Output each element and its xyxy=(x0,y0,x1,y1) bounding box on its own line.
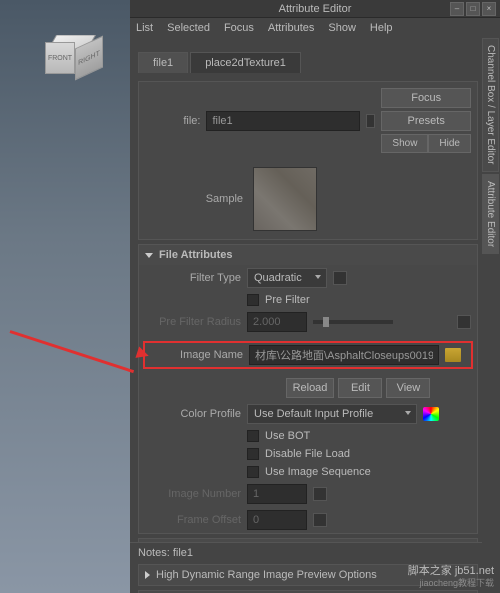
focus-button[interactable]: Focus xyxy=(381,88,471,108)
filter-type-dropdown[interactable]: Quadratic xyxy=(247,268,327,288)
tab-place2dtexture1[interactable]: place2dTexture1 xyxy=(190,52,301,73)
minimize-icon[interactable]: – xyxy=(450,2,464,16)
viewport-3d[interactable]: FRONT RIGHT xyxy=(0,0,130,593)
close-icon[interactable]: × xyxy=(482,2,496,16)
menu-attributes[interactable]: Attributes xyxy=(268,22,314,34)
frame-offset-label: Frame Offset xyxy=(145,514,241,526)
side-tab-attribute-editor[interactable]: Attribute Editor xyxy=(482,174,499,254)
restore-icon[interactable]: □ xyxy=(466,2,480,16)
edit-button[interactable]: Edit xyxy=(338,378,382,398)
image-name-input[interactable] xyxy=(249,345,439,365)
expand-icon xyxy=(145,571,150,579)
pre-filter-radius-slider xyxy=(313,320,393,324)
watermark: 脚本之家 jb51.net jiaocheng教程下载 xyxy=(408,565,494,589)
use-bot-label: Use BOT xyxy=(265,430,310,442)
color-profile-dropdown[interactable]: Use Default Input Profile xyxy=(247,404,417,424)
frame-offset-input xyxy=(247,510,307,530)
menu-focus[interactable]: Focus xyxy=(224,22,254,34)
filter-type-label: Filter Type xyxy=(145,272,241,284)
filter-type-map-icon[interactable] xyxy=(333,271,347,285)
presets-button[interactable]: Presets xyxy=(381,111,471,131)
menu-selected[interactable]: Selected xyxy=(167,22,210,34)
menu-show[interactable]: Show xyxy=(328,22,356,34)
notes-label: Notes: xyxy=(138,547,170,559)
view-cube[interactable]: FRONT RIGHT xyxy=(42,28,102,88)
image-number-label: Image Number xyxy=(145,488,241,500)
attribute-editor-panel: Attribute Editor – □ × List Selected Foc… xyxy=(130,0,500,593)
file-label: file: xyxy=(145,115,200,127)
reload-button[interactable]: Reload xyxy=(286,378,335,398)
menu-list[interactable]: List xyxy=(136,22,153,34)
use-bot-checkbox[interactable] xyxy=(247,430,259,442)
pre-filter-radius-map-icon[interactable] xyxy=(457,315,471,329)
browse-folder-icon[interactable] xyxy=(445,348,461,362)
sample-swatch[interactable] xyxy=(253,167,317,231)
sample-label: Sample xyxy=(147,193,243,205)
use-image-sequence-label: Use Image Sequence xyxy=(265,466,371,478)
image-name-label: Image Name xyxy=(147,349,243,361)
disable-file-load-label: Disable File Load xyxy=(265,448,350,460)
pre-filter-label: Pre Filter xyxy=(265,294,310,306)
file-attributes-header[interactable]: File Attributes xyxy=(139,245,477,265)
color-profile-label: Color Profile xyxy=(145,408,241,420)
pre-filter-radius-label: Pre Filter Radius xyxy=(145,316,241,328)
show-button[interactable]: Show xyxy=(381,134,428,153)
pre-filter-radius-input xyxy=(247,312,307,332)
use-image-sequence-checkbox[interactable] xyxy=(247,466,259,478)
tab-file1[interactable]: file1 xyxy=(138,52,188,73)
image-number-map-icon[interactable] xyxy=(313,487,327,501)
color-profile-icon[interactable] xyxy=(423,407,439,421)
menu-bar: List Selected Focus Attributes Show Help xyxy=(130,18,500,38)
collapse-icon xyxy=(145,253,153,258)
file-attributes-title: File Attributes xyxy=(159,249,233,261)
notes-section: Notes: file1 xyxy=(130,542,482,563)
image-number-input xyxy=(247,484,307,504)
io-icon[interactable] xyxy=(366,114,375,128)
cube-front-face[interactable]: FRONT xyxy=(45,42,75,74)
menu-help[interactable]: Help xyxy=(370,22,393,34)
disable-file-load-checkbox[interactable] xyxy=(247,448,259,460)
file-name-input[interactable] xyxy=(206,111,360,131)
node-tabs: file1 place2dTexture1 xyxy=(138,52,478,73)
panel-title: Attribute Editor xyxy=(279,3,352,15)
notes-value: file1 xyxy=(173,547,193,559)
side-tab-channel-box[interactable]: Channel Box / Layer Editor xyxy=(482,38,499,172)
view-button[interactable]: View xyxy=(386,378,430,398)
hide-button[interactable]: Hide xyxy=(428,134,471,153)
pre-filter-checkbox[interactable] xyxy=(247,294,259,306)
frame-offset-map-icon[interactable] xyxy=(313,513,327,527)
panel-title-bar: Attribute Editor – □ × xyxy=(130,0,500,18)
